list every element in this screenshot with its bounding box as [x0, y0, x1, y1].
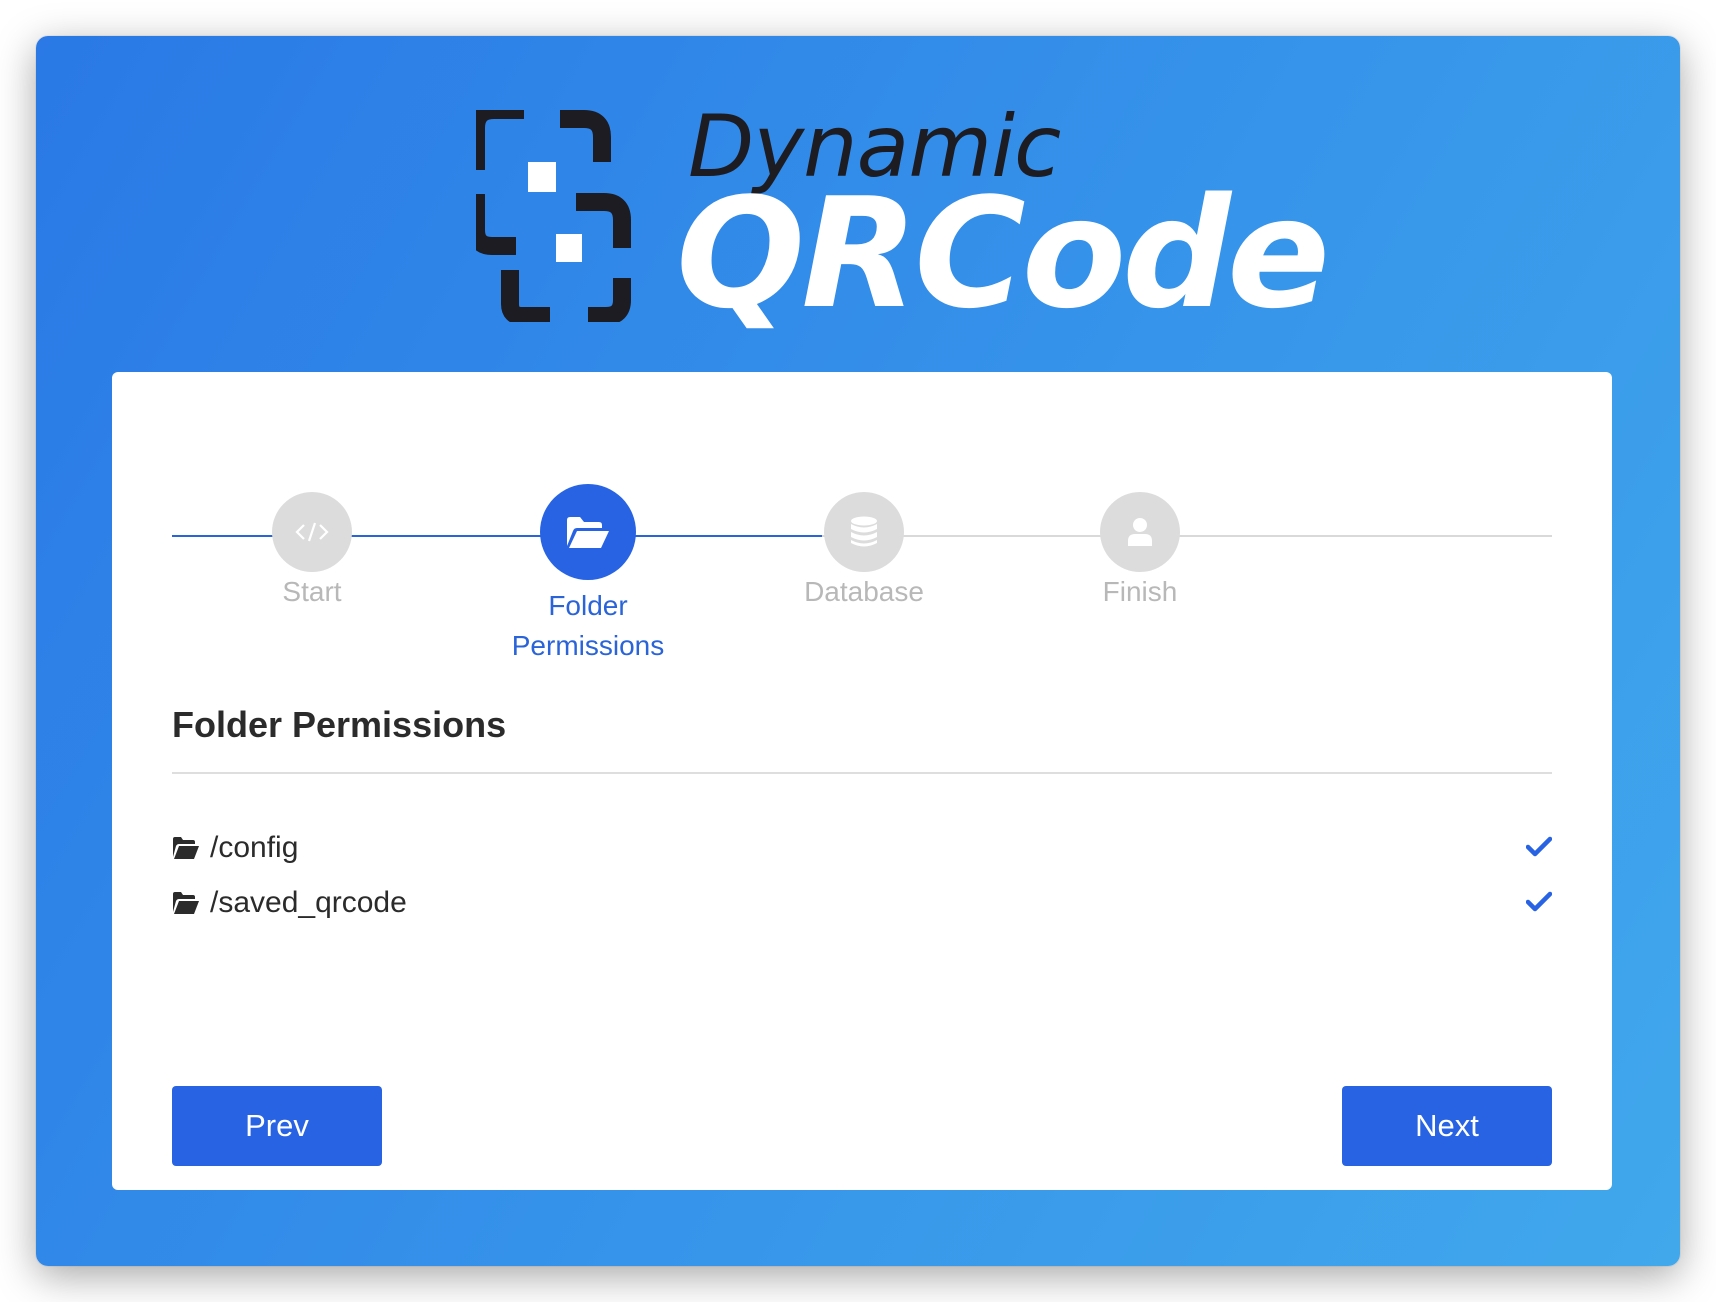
permission-row: /config: [172, 826, 1552, 870]
logo: Dynamic QRCode: [476, 66, 1330, 366]
logo-text-qrcode: QRCode: [676, 165, 1330, 342]
wizard-card: Start Folder Permissions Database Finish…: [112, 372, 1612, 1190]
step-label-database: Database: [804, 576, 924, 607]
next-button[interactable]: Next: [1342, 1086, 1552, 1166]
folder-open-icon: [173, 892, 199, 914]
installer-window: Dynamic QRCode Start Folder Permissions …: [36, 36, 1680, 1266]
progress-stepper: Start Folder Permissions Database Finish: [172, 484, 1552, 672]
prev-button[interactable]: Prev: [172, 1086, 382, 1166]
step-label-line2: Permissions: [511, 630, 665, 661]
permission-row: /saved_qrcode: [172, 881, 1552, 925]
database-icon: [824, 492, 904, 572]
step-label-folder-permissions: Folder Permissions: [488, 586, 688, 666]
section-divider: [172, 772, 1552, 774]
permission-path: /config: [210, 831, 299, 864]
step-label-line1: Folder: [548, 590, 628, 621]
folder-open-icon: [540, 484, 636, 580]
code-icon: [272, 492, 352, 572]
step-label-finish: Finish: [1102, 576, 1178, 607]
check-icon: [1526, 891, 1552, 912]
section-title: Folder Permissions: [172, 704, 507, 745]
check-icon: [1526, 836, 1552, 857]
step-label-start: Start: [282, 576, 342, 607]
folder-open-icon: [173, 837, 199, 859]
permission-path: /saved_qrcode: [210, 886, 407, 919]
qrcode-logo-icon: [476, 110, 631, 322]
user-icon: [1100, 492, 1180, 572]
stepper-track-progress: [172, 535, 822, 537]
